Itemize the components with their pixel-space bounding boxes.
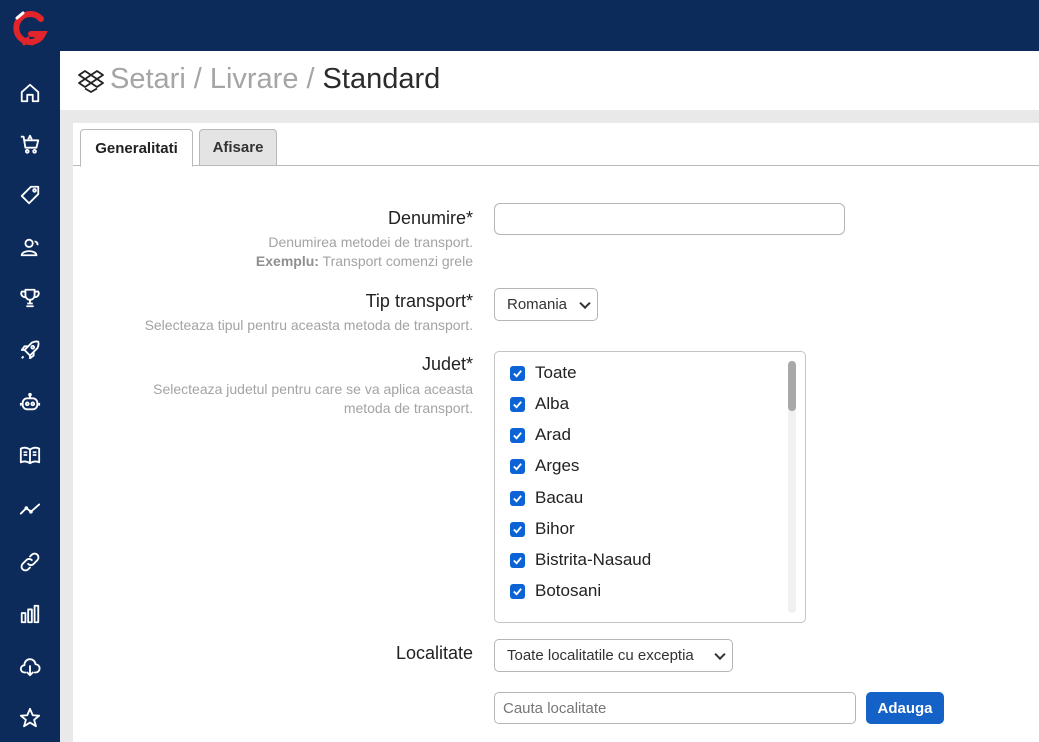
book-icon <box>19 446 41 465</box>
main-panel: Generalitati Afisare Denumire* Denumirea… <box>73 123 1039 742</box>
sidebar-item-favorites[interactable] <box>0 698 60 738</box>
rocket-icon <box>20 340 40 360</box>
judet-option-label: Botosani <box>535 581 602 600</box>
top-bar <box>60 0 1039 51</box>
example-text: Transport comenzi grele <box>318 253 473 269</box>
tip-transport-hint: Selecteaza tipul pentru aceasta metoda d… <box>144 317 473 333</box>
localitate-value: Toate localitatile cu exceptia <box>507 647 694 664</box>
denumire-input[interactable] <box>494 203 845 235</box>
tip-transport-label: Tip transport* <box>365 291 473 311</box>
link-icon <box>20 552 40 572</box>
denumire-hint-text: Denumirea metodei de transport. <box>268 234 473 250</box>
judet-option-alba[interactable]: Alba <box>510 392 569 416</box>
judet-option-label: Bihor <box>535 519 575 538</box>
localitate-search-input[interactable] <box>494 692 856 724</box>
breadcrumb-settings[interactable]: Setari <box>110 63 186 95</box>
chevron-down-icon <box>714 648 726 660</box>
denumire-hint: Denumirea metodei de transport. Exemplu:… <box>256 233 473 271</box>
bar-chart-icon <box>20 604 40 624</box>
judet-hint: Selecteaza judetul pentru care se va apl… <box>153 380 473 418</box>
dropbox-icon <box>78 68 104 94</box>
judet-option-label: Bistrita-Nasaud <box>535 550 652 569</box>
breadcrumb: Setari / Livrare / Standard <box>110 63 440 96</box>
checkbox-checked-icon[interactable] <box>510 552 525 568</box>
users-icon <box>20 238 39 257</box>
tab-afisare[interactable]: Afisare <box>199 129 277 166</box>
tip-transport-value: Romania <box>507 296 568 313</box>
sidebar-item-reports[interactable] <box>0 594 60 634</box>
checkbox-checked-icon[interactable] <box>510 365 525 381</box>
robot-icon <box>19 392 41 411</box>
denumire-label: Denumire* <box>387 208 473 228</box>
judet-option-label: Arges <box>535 456 580 475</box>
judet-option-label: Alba <box>535 394 570 413</box>
tag-icon <box>20 185 40 205</box>
trend-line-icon <box>19 503 41 515</box>
home-icon <box>20 83 40 103</box>
page-title: Standard <box>322 63 441 95</box>
breadcrumb-delivery[interactable]: Livrare <box>210 63 299 95</box>
shopping-cart-icon <box>20 134 40 154</box>
trophy-icon <box>20 288 40 308</box>
checkbox-checked-icon[interactable] <box>510 427 525 443</box>
sidebar-item-integrations[interactable] <box>0 542 60 582</box>
tab-generalitati[interactable]: Generalitati <box>80 129 193 167</box>
tip-transport-select[interactable]: Romania <box>494 288 598 321</box>
sidebar-item-automation[interactable] <box>0 382 60 422</box>
judet-option-arad[interactable]: Arad <box>510 423 571 447</box>
checkbox-checked-icon[interactable] <box>510 458 525 474</box>
sidebar-item-content[interactable] <box>0 435 60 475</box>
listbox-scrollbar[interactable] <box>788 361 796 613</box>
sidebar-item-home[interactable] <box>0 73 60 113</box>
localitate-select[interactable]: Toate localitatile cu exceptia <box>494 639 733 672</box>
judet-option-bihor[interactable]: Bihor <box>510 517 575 541</box>
judet-option-toate[interactable]: Toate <box>510 361 577 385</box>
judet-option-label: Bacau <box>535 488 584 507</box>
add-localitate-button[interactable]: Adauga <box>866 692 944 724</box>
judet-listbox[interactable]: Toate Alba Arad Arges Bacau Bihor Bistri… <box>494 351 806 623</box>
chevron-down-icon <box>579 297 591 309</box>
judet-label: Judet* <box>421 354 473 374</box>
judet-hint-line1: Selecteaza judetul pentru care se va apl… <box>153 381 473 397</box>
cloud-download-icon <box>19 658 41 677</box>
checkbox-checked-icon[interactable] <box>510 583 525 599</box>
star-icon <box>19 707 41 728</box>
checkbox-checked-icon[interactable] <box>510 490 525 506</box>
judet-option-bacau[interactable]: Bacau <box>510 486 583 510</box>
judet-option-label: Arad <box>535 425 571 444</box>
checkbox-checked-icon[interactable] <box>510 521 525 537</box>
judet-option-label: Toate <box>535 363 577 382</box>
denumire-example: Exemplu: Transport comenzi grele <box>256 252 473 271</box>
sidebar-item-analytics[interactable] <box>0 489 60 529</box>
judet-option-bistrita-nasaud[interactable]: Bistrita-Nasaud <box>510 548 651 572</box>
judet-option-arges[interactable]: Arges <box>510 454 579 478</box>
sidebar <box>0 0 60 742</box>
example-label: Exemplu: <box>255 253 319 269</box>
breadcrumb-separator: / <box>193 63 202 95</box>
sidebar-item-promotions[interactable] <box>0 278 60 318</box>
judet-option-botosani[interactable]: Botosani <box>510 579 601 603</box>
app-logo[interactable] <box>10 10 50 50</box>
sidebar-item-customers[interactable] <box>0 227 60 267</box>
breadcrumb-separator: / <box>306 63 315 95</box>
sidebar-item-products[interactable] <box>0 175 60 215</box>
sidebar-item-marketing[interactable] <box>0 330 60 370</box>
scrollbar-thumb[interactable] <box>788 361 796 411</box>
sidebar-item-orders[interactable] <box>0 124 60 164</box>
judet-hint-line2: metoda de transport. <box>343 400 473 416</box>
localitate-label: Localitate <box>395 643 473 663</box>
sidebar-item-import[interactable] <box>0 647 60 687</box>
checkbox-checked-icon[interactable] <box>510 396 525 412</box>
page-header: Setari / Livrare / Standard <box>60 51 1039 110</box>
